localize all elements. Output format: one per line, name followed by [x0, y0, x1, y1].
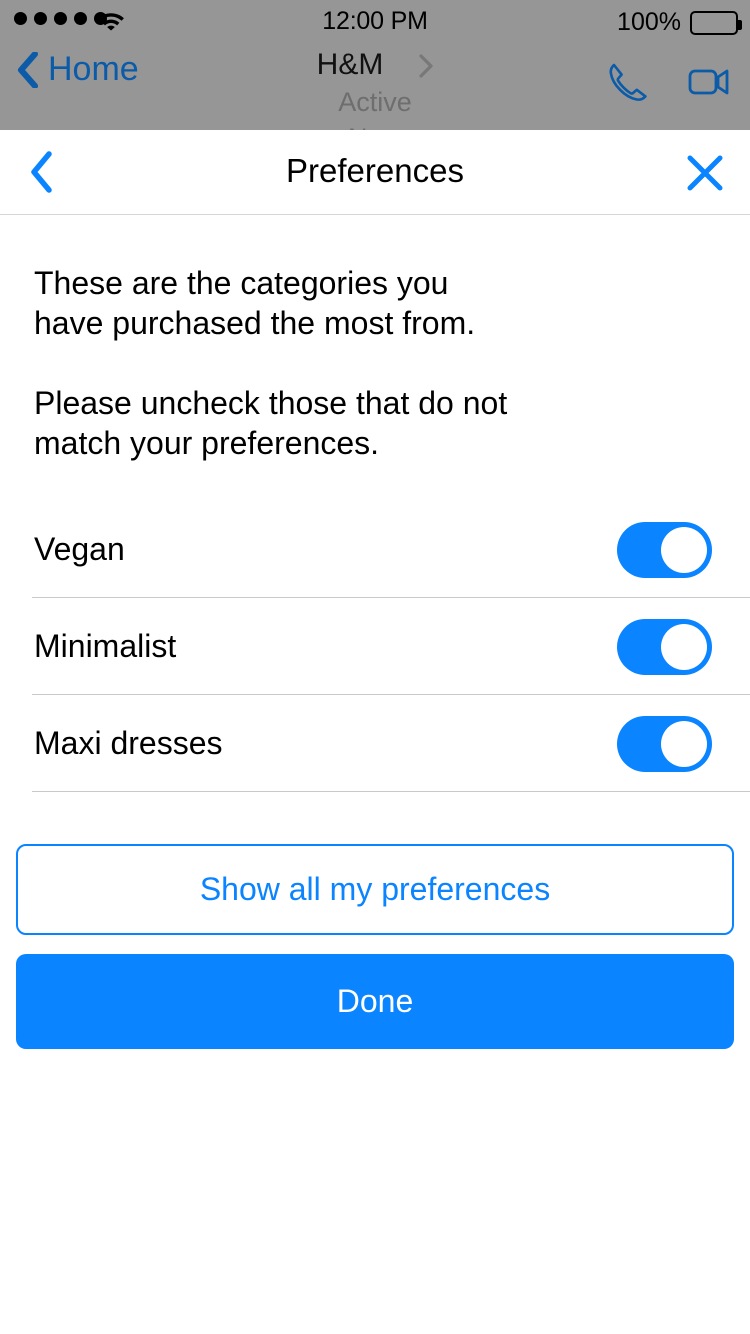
row-separator — [32, 791, 750, 792]
battery-full-icon — [690, 10, 742, 35]
sheet-header: Preferences — [0, 130, 750, 215]
messenger-background-chrome: 12:00 PM 100% Home H&M Active — [0, 0, 750, 130]
intro-paragraph-1: These are the categories you have purcha… — [34, 265, 476, 341]
toggle-knob — [661, 720, 707, 767]
preferences-sheet: Preferences These are the categories you… — [0, 130, 750, 1334]
status-bar: 12:00 PM 100% — [0, 0, 750, 40]
phone-screen: 12:00 PM 100% Home H&M Active Preference… — [0, 0, 750, 1334]
intro-paragraph-2: Please uncheck those that do not match y… — [34, 385, 508, 461]
show-all-preferences-button[interactable]: Show all my preferences — [16, 844, 734, 935]
sheet-actions: Show all my preferences Done — [0, 844, 750, 1049]
page-title: Preferences — [286, 152, 464, 189]
toggle-knob — [661, 526, 707, 573]
preference-row-maxi-dresses[interactable]: Maxi dresses — [0, 695, 750, 792]
preference-label: Maxi dresses — [34, 725, 223, 761]
preference-row-minimalist[interactable]: Minimalist — [0, 598, 750, 695]
preferences-list: Vegan Minimalist Maxi dresses — [0, 501, 750, 792]
chevron-right-icon — [419, 54, 433, 78]
close-x-icon — [687, 155, 723, 191]
done-button[interactable]: Done — [16, 954, 734, 1049]
contact-name: H&M — [316, 48, 384, 81]
messenger-nav-bar: Home H&M Active Now — [0, 40, 750, 130]
phone-icon[interactable] — [602, 58, 650, 106]
preference-toggle-maxi-dresses[interactable] — [617, 715, 712, 772]
preference-toggle-vegan[interactable] — [617, 521, 712, 578]
preference-label: Vegan — [34, 531, 125, 567]
contact-status-line2: Now — [315, 120, 435, 130]
preference-row-vegan[interactable]: Vegan — [0, 501, 750, 598]
contact-status: Active Now — [315, 84, 435, 130]
toggle-knob — [661, 623, 707, 670]
intro-copy: These are the categories you have purcha… — [0, 215, 750, 463]
preference-label: Minimalist — [34, 628, 177, 664]
status-bar-right: 100% — [617, 8, 742, 37]
battery-percent-label: 100% — [617, 8, 681, 36]
contact-status-line1: Active — [338, 87, 412, 117]
preference-toggle-minimalist[interactable] — [617, 618, 712, 675]
video-camera-icon[interactable] — [684, 58, 732, 106]
messenger-nav-actions — [602, 58, 732, 106]
close-button[interactable] — [680, 148, 730, 198]
